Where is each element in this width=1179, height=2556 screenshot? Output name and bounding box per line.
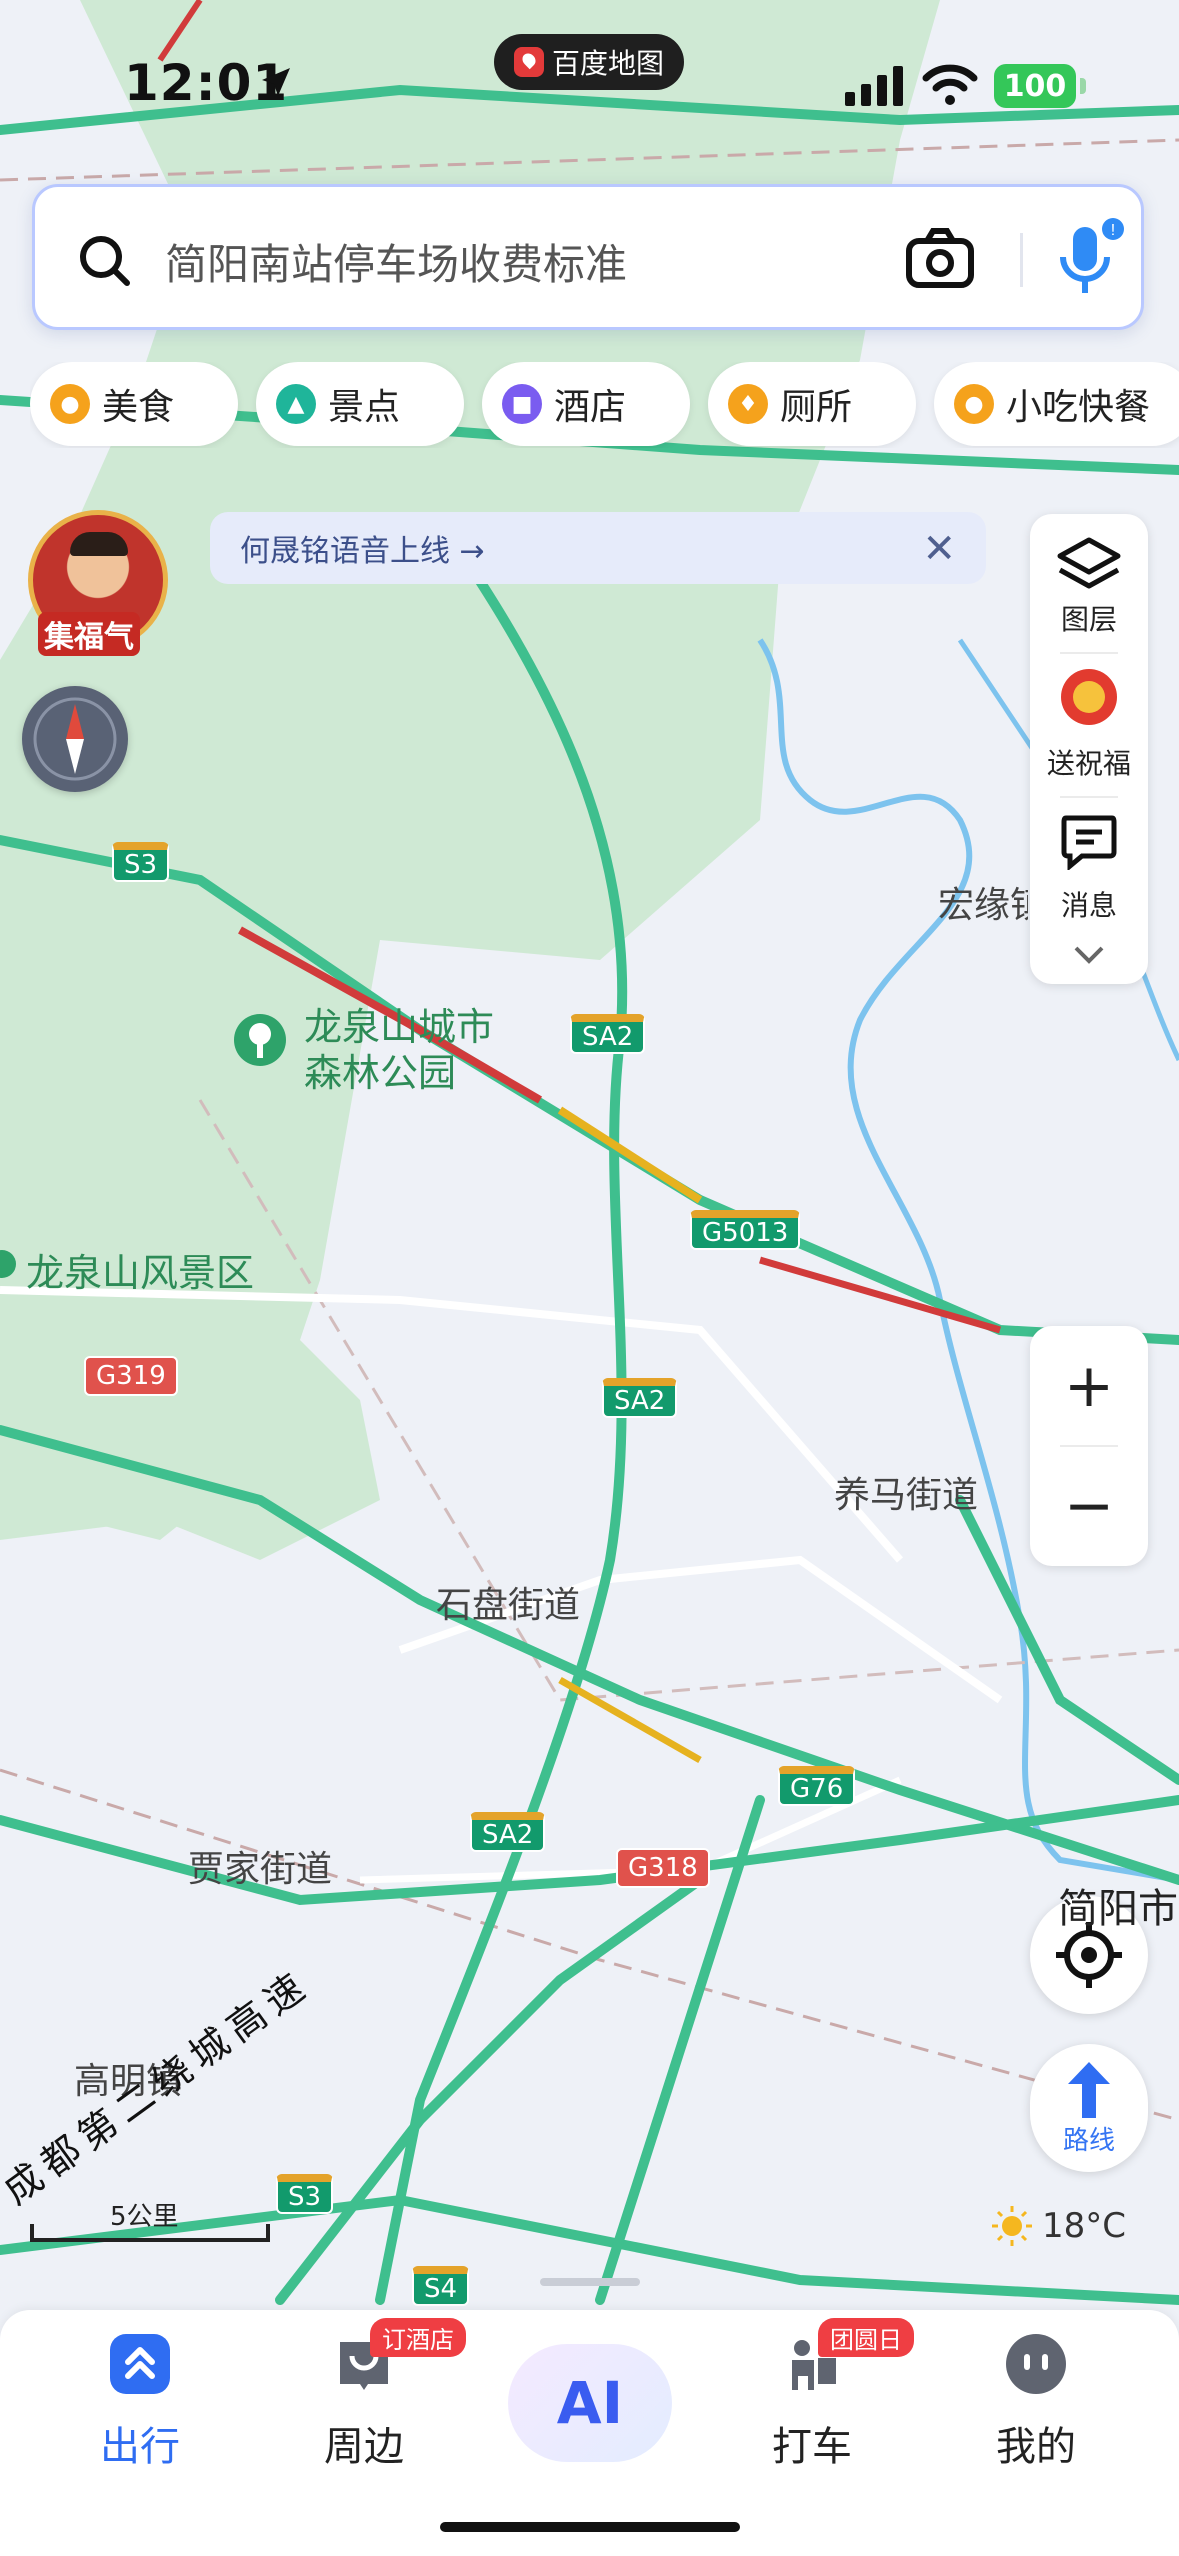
weather-widget[interactable]: 18°C: [990, 2204, 1126, 2248]
layers-icon: [1057, 537, 1121, 589]
toilet-icon: ♦: [728, 384, 768, 424]
label-yangma[interactable]: 养马街道: [834, 1466, 978, 1518]
compass-icon[interactable]: [22, 686, 128, 792]
road-shield-g319: G319: [84, 1356, 178, 1396]
drag-handle[interactable]: [540, 2278, 640, 2286]
map-tools-panel: 图层 送祝福 消息: [1030, 514, 1148, 984]
search-bar[interactable]: 简阳南站停车场收费标准 !: [32, 184, 1144, 330]
panel-separator: [1060, 652, 1118, 654]
scenery-icon: ▲: [276, 384, 316, 424]
route-arrow-icon: [1068, 2062, 1110, 2118]
app-pill[interactable]: 百度地图: [494, 34, 684, 90]
nav-mine[interactable]: 我的: [946, 2332, 1126, 2472]
wifi-icon: [922, 64, 978, 105]
battery-cap: [1080, 78, 1086, 94]
nav-label: 我的: [996, 2424, 1076, 2470]
profile-icon: [1006, 2334, 1066, 2394]
status-bar: 12:01 百度地图 100: [0, 0, 1179, 175]
nav-label: 打车: [772, 2424, 852, 2470]
ai-label: AI: [556, 2369, 624, 2437]
chip-toilet[interactable]: ♦ 厕所: [708, 362, 916, 446]
blessing-button[interactable]: 送祝福: [1030, 742, 1148, 782]
nav-travel[interactable]: 出行: [50, 2332, 230, 2472]
blessing-icon: [1061, 669, 1117, 725]
label-scenic-area[interactable]: 龙泉山风景区: [26, 1250, 254, 1296]
sun-icon: [992, 2206, 1032, 2246]
zoom-out-button[interactable]: −: [1030, 1446, 1148, 1566]
road-shield-s3: S3: [112, 842, 170, 882]
bottom-nav: 出行 订酒店 周边 AI 团圆日 打车 我的: [0, 2278, 1179, 2556]
promo-avatar[interactable]: 集福气: [26, 506, 172, 658]
label-shipan[interactable]: 石盘街道: [436, 1576, 580, 1628]
weather-temp: 18°C: [1042, 2206, 1127, 2246]
route-button[interactable]: 路线: [1030, 2044, 1148, 2172]
messages-button[interactable]: 消息: [1030, 884, 1148, 924]
voice-banner[interactable]: 何晟铭语音上线 → ✕: [210, 512, 986, 584]
label-jiajia[interactable]: 贾家街道: [188, 1840, 332, 1892]
chip-hotel[interactable]: ■ 酒店: [482, 362, 690, 446]
search-placeholder[interactable]: 简阳南站停车场收费标准: [165, 231, 627, 292]
banner-text: 何晟铭语音上线 →: [240, 534, 485, 569]
chevron-down-icon[interactable]: [1072, 944, 1106, 966]
food-icon: ●: [50, 384, 90, 424]
location-arrow-icon: [262, 68, 290, 96]
chip-label: 小吃快餐: [1006, 387, 1151, 428]
ai-button[interactable]: AI: [508, 2344, 672, 2462]
nav-taxi[interactable]: 团圆日 打车: [722, 2318, 914, 2472]
search-icon: [80, 236, 130, 286]
baidu-map-logo-icon: [513, 47, 544, 77]
search-divider: [1020, 233, 1023, 287]
road-shield-g318: G318: [616, 1848, 710, 1888]
road-shield-s3: S3: [276, 2174, 334, 2214]
road-shield-g5013: G5013: [690, 1210, 801, 1250]
snack-icon: ●: [954, 384, 994, 424]
avatar-label: 集福气: [38, 612, 140, 656]
camera-icon[interactable]: [905, 227, 975, 289]
chip-snack[interactable]: ● 小吃快餐: [934, 362, 1179, 446]
svg-text:!: !: [1111, 222, 1115, 239]
scale-bar: [30, 2224, 270, 2242]
panel-separator: [1060, 796, 1118, 798]
chip-label: 厕所: [780, 387, 853, 428]
chip-scenery[interactable]: ▲ 景点: [256, 362, 464, 446]
route-label: 路线: [1062, 2126, 1115, 2156]
app-pill-label: 百度地图: [551, 47, 664, 80]
chip-label: 酒店: [554, 387, 627, 428]
chip-label: 景点: [328, 387, 401, 428]
chip-label: 美食: [102, 387, 175, 428]
nav-nearby[interactable]: 订酒店 周边: [274, 2318, 466, 2472]
microphone-icon[interactable]: !: [1055, 217, 1125, 303]
cellular-signal-icon: [845, 66, 903, 106]
travel-icon: [110, 2334, 170, 2394]
map-scale: 5公里: [30, 2196, 270, 2246]
avatar-hair: [70, 532, 128, 556]
close-icon[interactable]: ✕: [922, 526, 956, 572]
nav-label: 出行: [100, 2424, 180, 2470]
road-shield-sa2: SA2: [602, 1378, 678, 1418]
nav-label: 周边: [324, 2424, 404, 2470]
road-shield-sa2: SA2: [570, 1014, 646, 1054]
home-indicator[interactable]: [440, 2522, 740, 2532]
road-shield-g76: G76: [778, 1766, 856, 1806]
road-shield-sa2: SA2: [470, 1812, 546, 1852]
layers-button[interactable]: 图层: [1030, 598, 1148, 638]
category-chips: ● 美食 ▲ 景点 ■ 酒店 ♦ 厕所 ● 小吃快餐: [30, 362, 1179, 448]
hotel-badge: 订酒店: [370, 2318, 466, 2357]
park-poi-icon[interactable]: [230, 1012, 290, 1076]
reunion-badge: 团圆日: [818, 2318, 914, 2357]
label-hongyuan[interactable]: 宏缘镇: [938, 876, 1028, 928]
zoom-control: + −: [1030, 1326, 1148, 1566]
zoom-in-button[interactable]: +: [1030, 1326, 1148, 1446]
message-icon: [1061, 815, 1117, 870]
hotel-icon: ■: [502, 384, 542, 424]
chip-food[interactable]: ● 美食: [30, 362, 238, 446]
battery-indicator: 100: [994, 64, 1076, 108]
label-forest-park[interactable]: 龙泉山城市 森林公园: [304, 1004, 494, 1096]
label-jianyang[interactable]: 简阳市: [1058, 1876, 1179, 1934]
road-shield-s4: S4: [412, 2266, 470, 2306]
